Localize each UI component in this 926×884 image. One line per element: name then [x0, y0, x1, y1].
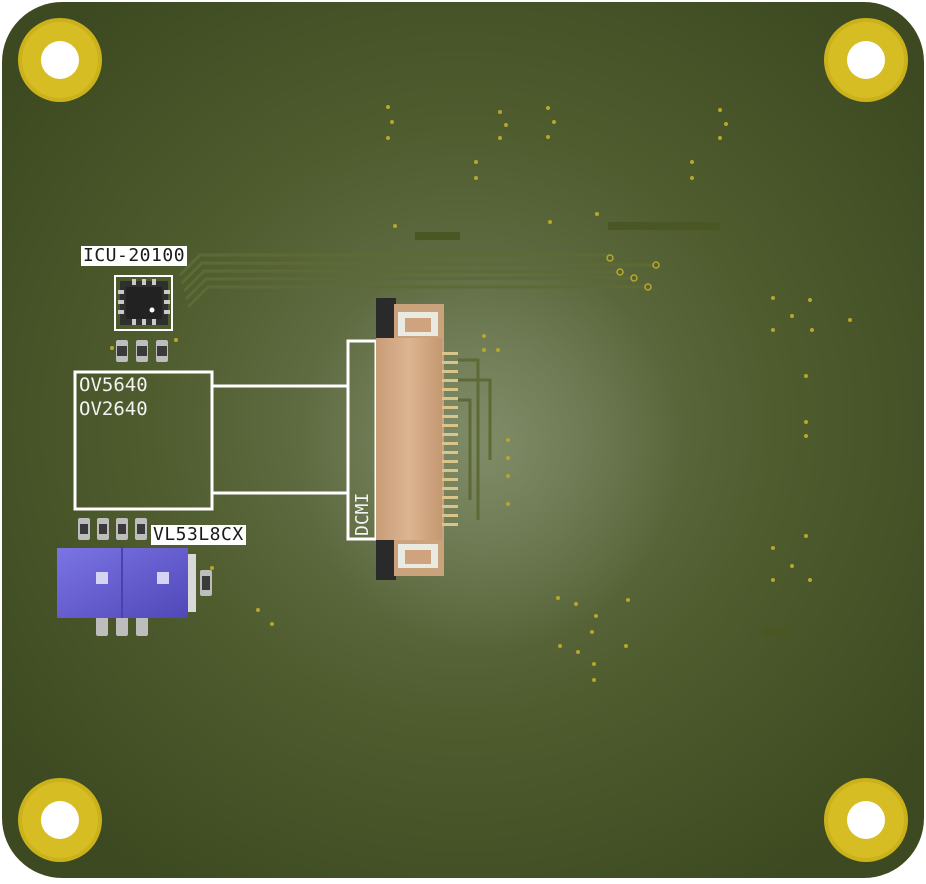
imu-label: ICU-20100	[81, 245, 188, 266]
mounting-hole-bottom-left	[18, 778, 102, 862]
mounting-hole-bottom-right	[824, 778, 908, 862]
connector-label: DCMI	[352, 492, 373, 536]
camera-label-line2: OV2640	[79, 398, 148, 420]
pcb-substrate	[0, 0, 926, 880]
passives-imu	[116, 340, 168, 362]
pcb-render: ICU-20100 OV5640 OV2640 VL53L8CX DCMI	[0, 0, 926, 880]
mounting-hole-top-left	[18, 18, 102, 102]
tof-label: VL53L8CX	[151, 524, 246, 545]
mounting-hole-top-right	[824, 18, 908, 102]
pcb-board	[0, 0, 926, 880]
camera-label-line1: OV5640	[79, 374, 148, 396]
imu-chip	[114, 275, 173, 331]
